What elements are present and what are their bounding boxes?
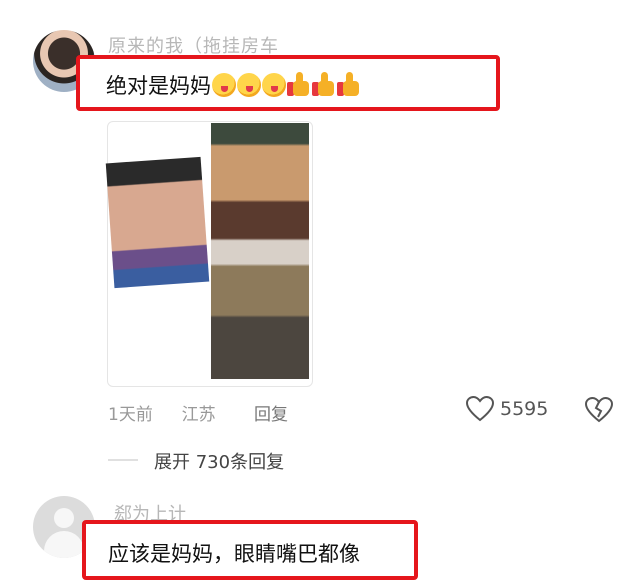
expand-divider xyxy=(108,459,138,461)
attached-photo-left[interactable] xyxy=(105,156,210,289)
comment-location: 江苏 xyxy=(181,405,216,425)
broken-heart-icon[interactable] xyxy=(585,397,613,423)
heart-icon xyxy=(466,396,494,422)
default-avatar-head xyxy=(54,508,74,528)
reply-button[interactable]: 回复 xyxy=(254,400,288,425)
grin-tongue-face-icon xyxy=(237,73,261,97)
comment-meta: 1天前 江苏 xyxy=(108,400,216,425)
default-avatar-body xyxy=(44,531,84,558)
comment-body: 绝对是妈妈 xyxy=(106,74,211,98)
thumbs-up-icon xyxy=(337,72,361,98)
like-button[interactable]: 5595 xyxy=(466,396,548,422)
thumbs-up-icon xyxy=(287,72,311,98)
grin-tongue-face-icon xyxy=(262,73,286,97)
expand-replies-button[interactable]: 展开 730条回复 xyxy=(154,448,284,474)
grin-tongue-face-icon xyxy=(212,73,236,97)
thumbs-up-icon xyxy=(312,72,336,98)
comment-time: 1天前 xyxy=(108,405,153,425)
comment-text: 应该是妈妈，眼睛嘴巴都像 xyxy=(108,542,360,566)
like-count: 5595 xyxy=(500,398,549,420)
attached-photo-right[interactable] xyxy=(211,123,309,379)
comment-text: 绝对是妈妈 xyxy=(106,70,361,100)
